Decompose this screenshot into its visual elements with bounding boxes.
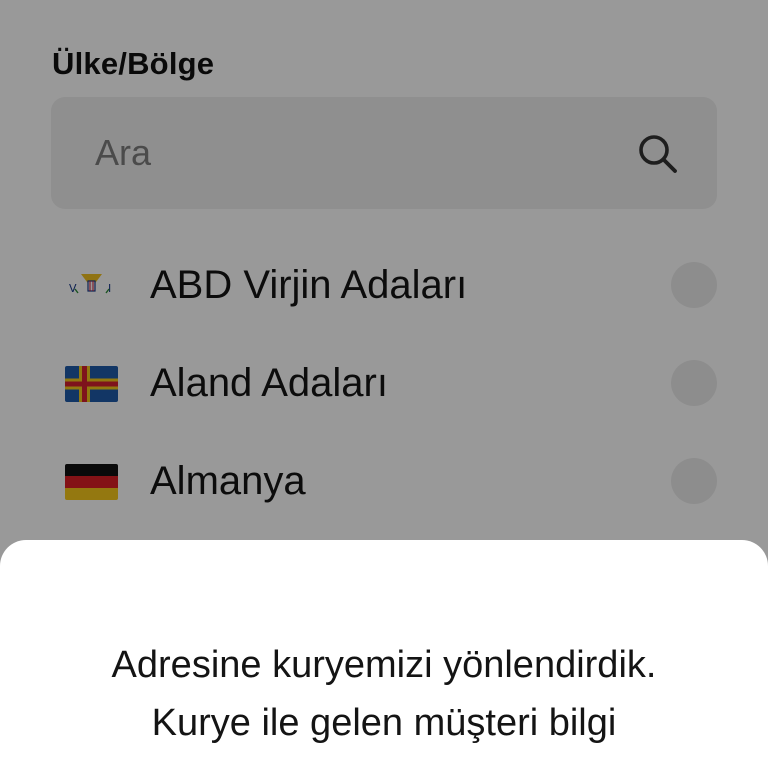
sheet-message: Adresine kuryemizi yönlendirdik. Kurye i… xyxy=(111,644,657,744)
bottom-sheet: Adresine kuryemizi yönlendirdik. Kurye i… xyxy=(0,540,768,768)
screen: Ülke/Bölge Ara V I ABD Virjin Adaları Al… xyxy=(0,0,768,768)
